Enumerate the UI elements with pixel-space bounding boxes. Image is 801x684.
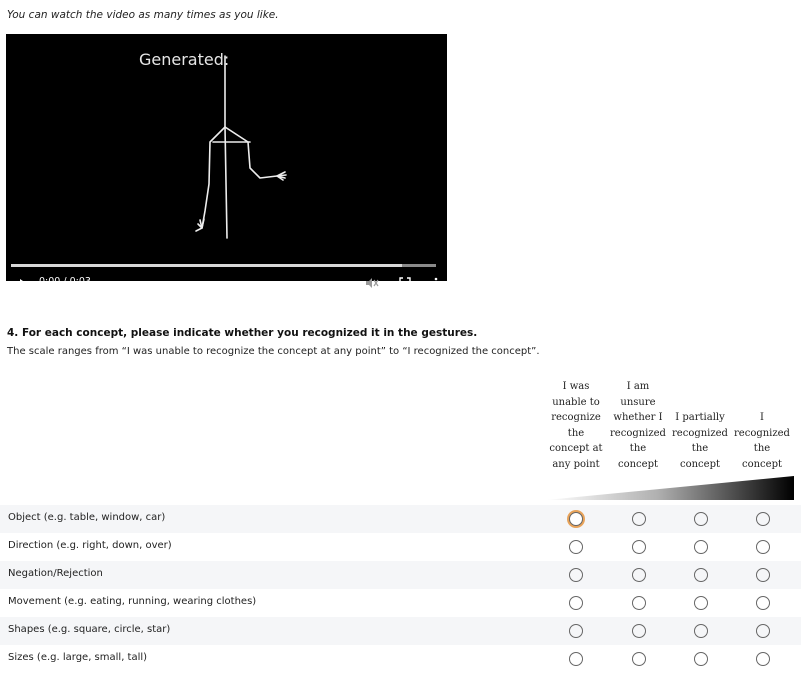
rating-radio[interactable] [632, 568, 646, 582]
scale-column-header-line: I partially [675, 412, 725, 424]
rating-radio[interactable] [756, 540, 770, 554]
video-caption: Generated: [139, 50, 229, 69]
scale-column-header-line: the [691, 443, 709, 455]
scale-column-header-line: recognized [610, 427, 666, 439]
video-controls: 0:00 / 0:03 [6, 270, 447, 300]
scale-column-header-line: the [629, 443, 647, 455]
scale-column-header-line: recognized [672, 427, 728, 439]
rating-radio[interactable] [694, 540, 708, 554]
video-progress-bar[interactable] [11, 264, 436, 267]
scale-column-header-line: the [753, 443, 771, 455]
scale-column-header-line: concept [618, 458, 658, 470]
video-frame: Generated: [139, 50, 287, 239]
scale-column-header-line: I am [626, 381, 650, 392]
rating-radio[interactable] [694, 512, 708, 526]
concept-row: Direction (e.g. right, down, over) [0, 533, 801, 561]
question-title: 4. For each concept, please indicate whe… [7, 327, 478, 339]
scale-column-header-line: I was [562, 381, 590, 392]
rating-radio[interactable] [694, 624, 708, 638]
fullscreen-icon[interactable] [399, 277, 411, 289]
video-time: 0:00 / 0:03 [39, 276, 91, 287]
rating-radio[interactable] [569, 540, 583, 554]
concept-row: Negation/Rejection [0, 561, 801, 589]
scale-column-header-line: concept [742, 458, 782, 470]
scale-column-header: Irecognized the concept [731, 379, 793, 473]
scale-column-header-line: concept [680, 458, 720, 470]
concept-label: Direction (e.g. right, down, over) [8, 540, 172, 551]
concept-row: Shapes (e.g. square, circle, star) [0, 617, 801, 645]
scale-column-header-line [731, 395, 793, 411]
scale-gradient [546, 476, 794, 500]
scale-column-header: I was unable to recognize the concept at any … [545, 379, 607, 473]
rating-radio[interactable] [756, 568, 770, 582]
rating-radio[interactable] [694, 568, 708, 582]
scale-column-header-line: any point [552, 458, 600, 470]
concept-label: Sizes (e.g. large, small, tall) [8, 652, 148, 663]
rating-radio[interactable] [569, 568, 583, 582]
video-progress-fill [11, 264, 402, 267]
rating-radio[interactable] [632, 596, 646, 610]
rating-radio[interactable] [632, 512, 646, 526]
intro-text: You can watch the video as many times as… [7, 9, 279, 21]
rating-radio[interactable] [756, 512, 770, 526]
scale-column-header-line: recognized [734, 427, 790, 439]
rating-radio[interactable] [756, 596, 770, 610]
scale-column-header-line: I [760, 412, 764, 424]
video-player[interactable]: Generated: 0:00 / 0:03 [6, 34, 447, 289]
rating-radio[interactable] [694, 652, 708, 666]
concept-row: Sizes (e.g. large, small, tall) [0, 645, 801, 673]
concept-label: Object (e.g. table, window, car) [8, 512, 166, 523]
mute-icon[interactable] [365, 277, 379, 289]
scale-column-header: I am unsure whether I recognized the concept [607, 379, 669, 473]
stick-figure [195, 55, 287, 239]
scale-column-header-line: unsure [620, 396, 656, 408]
concept-label: Movement (e.g. eating, running, wearing … [8, 596, 257, 607]
rating-radio[interactable] [569, 596, 583, 610]
question-description: The scale ranges from “I was unable to r… [7, 346, 540, 357]
scale-column-header-line: the [567, 427, 585, 439]
rating-radio[interactable] [569, 512, 583, 526]
scale-column-header-line: whether I [613, 412, 663, 424]
rating-radio[interactable] [632, 624, 646, 638]
scale-column-header-line: concept at [549, 443, 603, 455]
rating-radio[interactable] [756, 624, 770, 638]
concept-row: Object (e.g. table, window, car) [0, 505, 801, 533]
scale-column-header: I partially recognized the concept [669, 379, 731, 473]
more-icon[interactable] [434, 277, 438, 289]
scale-column-header-line: recognize [551, 412, 601, 424]
scale-column-header-line [669, 379, 731, 395]
concept-label: Negation/Rejection [8, 568, 103, 579]
concept-label: Shapes (e.g. square, circle, star) [8, 624, 171, 635]
rating-radio[interactable] [569, 652, 583, 666]
rating-radio[interactable] [632, 652, 646, 666]
rating-radio[interactable] [569, 624, 583, 638]
rating-radio[interactable] [756, 652, 770, 666]
rating-radio[interactable] [632, 540, 646, 554]
scale-column-header-line [669, 395, 731, 411]
survey-page: You can watch the video as many times as… [0, 0, 801, 684]
concept-row: Movement (e.g. eating, running, wearing … [0, 589, 801, 617]
rating-radio[interactable] [694, 596, 708, 610]
scale-column-header-line: unable to [552, 396, 600, 408]
play-icon[interactable] [20, 279, 26, 287]
scale-column-header-line [731, 379, 793, 395]
